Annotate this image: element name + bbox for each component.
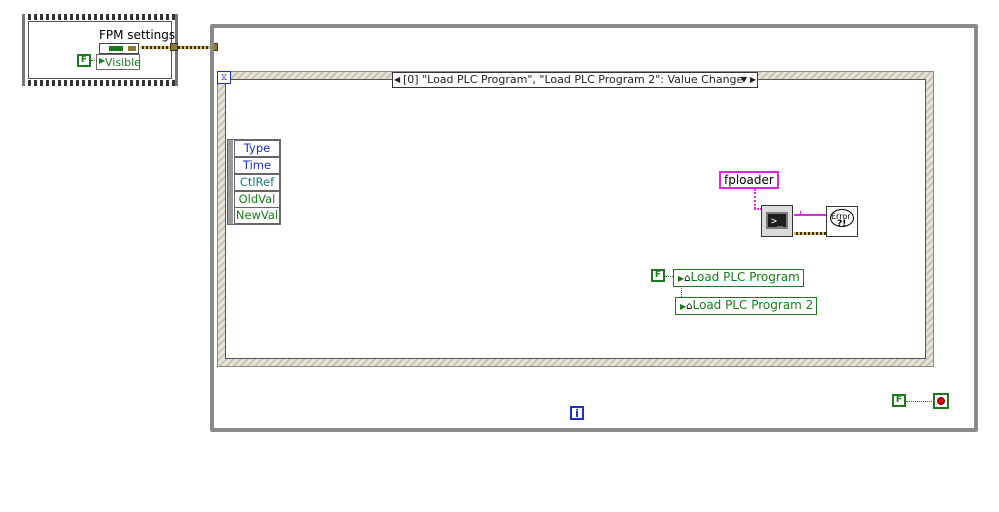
- fpm-settings-label: FPM settings: [99, 28, 176, 42]
- event-case-selector[interactable]: ◀ [0] "Load PLC Program", "Load PLC Prog…: [392, 72, 758, 88]
- event-data-time[interactable]: Time: [234, 157, 280, 174]
- system-exec-vi[interactable]: >_: [761, 205, 793, 237]
- event-data-oldval[interactable]: OldVal: [234, 191, 280, 208]
- event-selector-label: [0] "Load PLC Program", "Load PLC Progra…: [403, 73, 744, 86]
- property-visible-label: Visible: [105, 56, 141, 69]
- local-variable-label-2: Load PLC Program 2: [692, 298, 814, 312]
- event-data-node-bar: [228, 140, 233, 224]
- local-variable-label-1: Load PLC Program: [690, 270, 800, 284]
- wire-string-vertical: [754, 189, 756, 209]
- error-handler-vi[interactable]: Error ?!: [826, 206, 858, 237]
- property-node-visible[interactable]: ▶ Visible: [96, 54, 141, 70]
- wire-error-cluster: [794, 232, 828, 235]
- string-constant-fploader[interactable]: fploader: [719, 171, 779, 189]
- local-variable-load-plc-program[interactable]: ▶⌂Load PLC Program: [673, 269, 804, 287]
- wire-boolean: [91, 60, 97, 61]
- chevron-down-icon[interactable]: ▼: [741, 73, 747, 86]
- cluster-ref-icon: [109, 46, 123, 51]
- wire-boolean-local: [665, 276, 673, 277]
- terminal-icon: >_: [766, 212, 788, 229]
- stop-icon: [937, 397, 945, 405]
- alert-icon: ?!: [837, 219, 847, 229]
- chevron-left-icon[interactable]: ◀: [394, 73, 400, 86]
- iteration-terminal[interactable]: i: [570, 406, 584, 420]
- event-data-ctlref[interactable]: CtlRef: [234, 174, 280, 191]
- local-variable-load-plc-program-2[interactable]: ▶⌂Load PLC Program 2: [675, 297, 818, 315]
- false-constant-stop[interactable]: F: [892, 394, 906, 407]
- chevron-right-icon[interactable]: ▶: [750, 73, 756, 86]
- ref-terminal-icon: [128, 46, 136, 51]
- wire-string-out-2: [800, 211, 801, 216]
- property-node-header[interactable]: [99, 43, 139, 54]
- timeout-terminal-icon[interactable]: ⧖: [217, 71, 231, 84]
- stop-terminal[interactable]: [933, 393, 949, 409]
- wire-boolean-stop: [906, 401, 934, 402]
- false-constant-local[interactable]: F: [651, 269, 665, 282]
- event-data-type[interactable]: Type: [234, 140, 280, 157]
- false-constant[interactable]: F: [77, 54, 91, 67]
- frame-tunnel[interactable]: [170, 43, 178, 51]
- event-data-newval[interactable]: NewVal: [234, 207, 280, 224]
- event-data-node[interactable]: Type Time CtlRef OldVal NewVal: [227, 139, 281, 225]
